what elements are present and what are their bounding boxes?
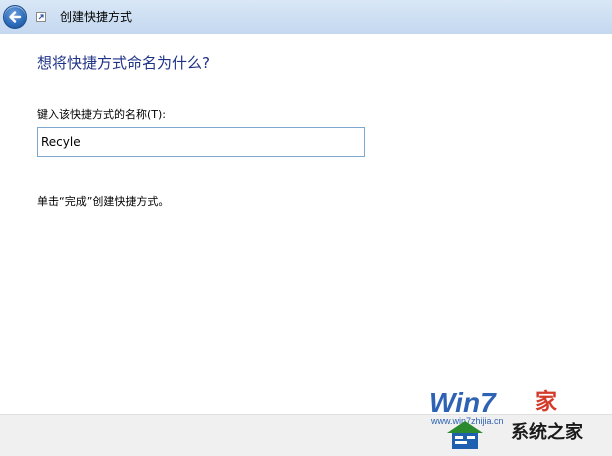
shortcut-wizard-icon [36, 12, 46, 22]
watermark-brand: 系统之家 [511, 422, 583, 443]
back-button[interactable] [3, 5, 27, 29]
watermark-house-icon [447, 421, 483, 449]
finish-instruction: 单击“完成”创建快捷方式。 [37, 195, 170, 208]
back-arrow-icon [9, 11, 22, 23]
site-watermark: Win7 家 www.win7zhijia.cn 系统之家 [425, 388, 612, 456]
window-title: 创建快捷方式 [60, 10, 133, 24]
page-heading: 想将快捷方式命名为什么? [37, 54, 210, 72]
shortcut-name-label: 键入该快捷方式的名称(T): [37, 108, 167, 121]
shortcut-name-input[interactable] [37, 127, 365, 157]
watermark-home-text: 家 [535, 390, 558, 415]
title-bar: 创建快捷方式 [0, 0, 612, 34]
watermark-win7-logo: Win7 [429, 387, 496, 418]
